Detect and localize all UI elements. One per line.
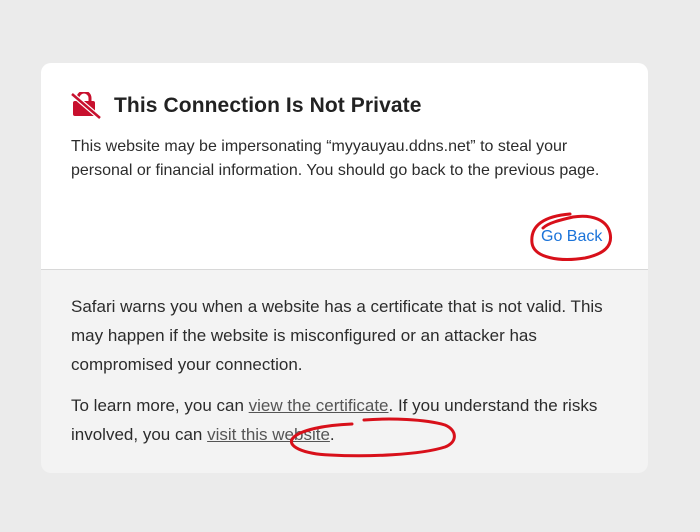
learn-more-text: To learn more, you can view the certific… bbox=[71, 391, 611, 449]
visit-website-link[interactable]: visit this website bbox=[207, 425, 330, 444]
learn-more-prefix: To learn more, you can bbox=[71, 396, 249, 415]
warning-title-row: This Connection Is Not Private bbox=[70, 90, 422, 120]
section-divider bbox=[41, 269, 648, 270]
page-title: This Connection Is Not Private bbox=[114, 94, 422, 117]
private-connection-warning-icon bbox=[70, 90, 102, 120]
learn-more-suffix: . bbox=[329, 425, 335, 444]
warning-card: This Connection Is Not Private This webs… bbox=[41, 63, 648, 473]
explanation-text: Safari warns you when a website has a ce… bbox=[71, 297, 603, 374]
go-back-button[interactable]: Go Back bbox=[541, 228, 602, 246]
warning-header-section: This Connection Is Not Private This webs… bbox=[41, 63, 648, 269]
view-certificate-link[interactable]: view the certificate bbox=[249, 396, 389, 415]
intro-text: This website may be impersonating “myyau… bbox=[71, 138, 600, 179]
